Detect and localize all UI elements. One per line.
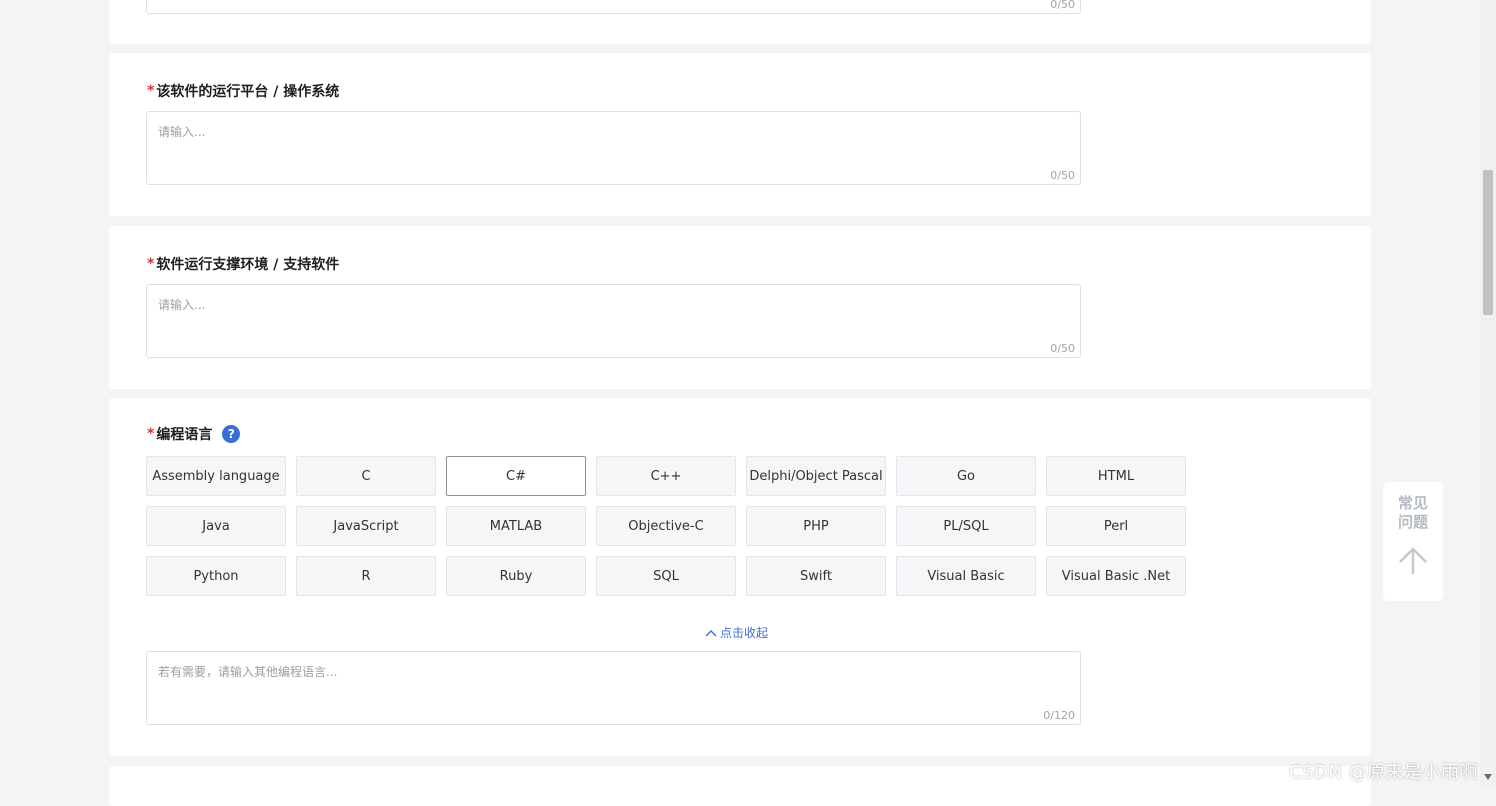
environment-char-count: 0/50: [1050, 342, 1075, 355]
language-option[interactable]: Ruby: [446, 556, 586, 596]
platform-char-count: 0/50: [1050, 169, 1075, 182]
other-language-char-count: 0/120: [1043, 709, 1075, 722]
other-language-placeholder: 若有需要，请输入其他编程语言...: [158, 665, 338, 679]
language-option[interactable]: C++: [596, 456, 736, 496]
language-option[interactable]: PL/SQL: [896, 506, 1036, 546]
platform-placeholder: 请输入...: [158, 125, 206, 139]
environment-label-text: 软件运行支撑环境 / 支持软件: [156, 257, 340, 273]
form-card-next: [109, 766, 1371, 806]
language-option[interactable]: Delphi/Object Pascal: [746, 456, 886, 496]
previous-textarea[interactable]: 0/50: [146, 0, 1081, 14]
language-option[interactable]: Perl: [1046, 506, 1186, 546]
environment-label: * 软件运行支撑环境 / 支持软件: [147, 254, 339, 274]
faq-label: 常见问题: [1397, 494, 1428, 531]
environment-placeholder: 请输入...: [158, 298, 206, 312]
help-icon[interactable]: ?: [222, 425, 241, 443]
environment-card: * 软件运行支撑环境 / 支持软件 请输入... 0/50: [109, 226, 1371, 389]
other-language-input[interactable]: 若有需要，请输入其他编程语言... 0/120: [146, 651, 1081, 725]
language-option[interactable]: SQL: [596, 556, 736, 596]
language-option[interactable]: Visual Basic: [896, 556, 1036, 596]
scrollbar-track[interactable]: [1480, 0, 1496, 788]
collapse-toggle[interactable]: 点击收起: [705, 624, 768, 641]
platform-label-text: 该软件的运行平台 / 操作系统: [156, 84, 340, 100]
platform-input[interactable]: 请输入... 0/50: [146, 111, 1081, 185]
language-options: Assembly language C C# C++ Delphi/Object Pas…: [146, 456, 1186, 596]
language-option[interactable]: Assembly language: [146, 456, 286, 496]
language-option[interactable]: Visual Basic .Net: [1046, 556, 1186, 596]
scrollbar-thumb[interactable]: [1483, 170, 1493, 315]
language-option[interactable]: Objective-C: [596, 506, 736, 546]
platform-label: * 该软件的运行平台 / 操作系统: [147, 81, 339, 101]
chevron-up-icon: [705, 629, 717, 636]
language-option[interactable]: Java: [146, 506, 286, 546]
language-option[interactable]: C#: [446, 456, 586, 496]
scroll-down-arrow-icon[interactable]: [1484, 774, 1492, 780]
language-option[interactable]: HTML: [1046, 456, 1186, 496]
required-mark: *: [147, 256, 155, 272]
form-card-previous: 0/50: [109, 0, 1371, 44]
language-option[interactable]: JavaScript: [296, 506, 436, 546]
language-option[interactable]: PHP: [746, 506, 886, 546]
language-label-text: 编程语言: [156, 427, 213, 443]
char-count: 0/50: [1050, 0, 1075, 11]
language-option[interactable]: Go: [896, 456, 1036, 496]
language-option[interactable]: R: [296, 556, 436, 596]
language-label: * 编程语言 ?: [147, 424, 241, 444]
language-option[interactable]: C: [296, 456, 436, 496]
platform-card: * 该软件的运行平台 / 操作系统 请输入... 0/50: [109, 53, 1371, 216]
environment-input[interactable]: 请输入... 0/50: [146, 284, 1081, 358]
collapse-label: 点击收起: [720, 626, 769, 640]
language-option[interactable]: Python: [146, 556, 286, 596]
required-mark: *: [147, 83, 155, 99]
back-to-top-icon[interactable]: [1397, 546, 1429, 576]
watermark: CSDN @原来是小雨啊: [1289, 762, 1479, 783]
language-card: * 编程语言 ? Assembly language C C# C++ Delphi/O…: [109, 398, 1371, 756]
language-option[interactable]: Swift: [746, 556, 886, 596]
language-option[interactable]: MATLAB: [446, 506, 586, 546]
required-mark: *: [147, 426, 155, 442]
faq-panel[interactable]: 常见问题: [1383, 482, 1443, 601]
